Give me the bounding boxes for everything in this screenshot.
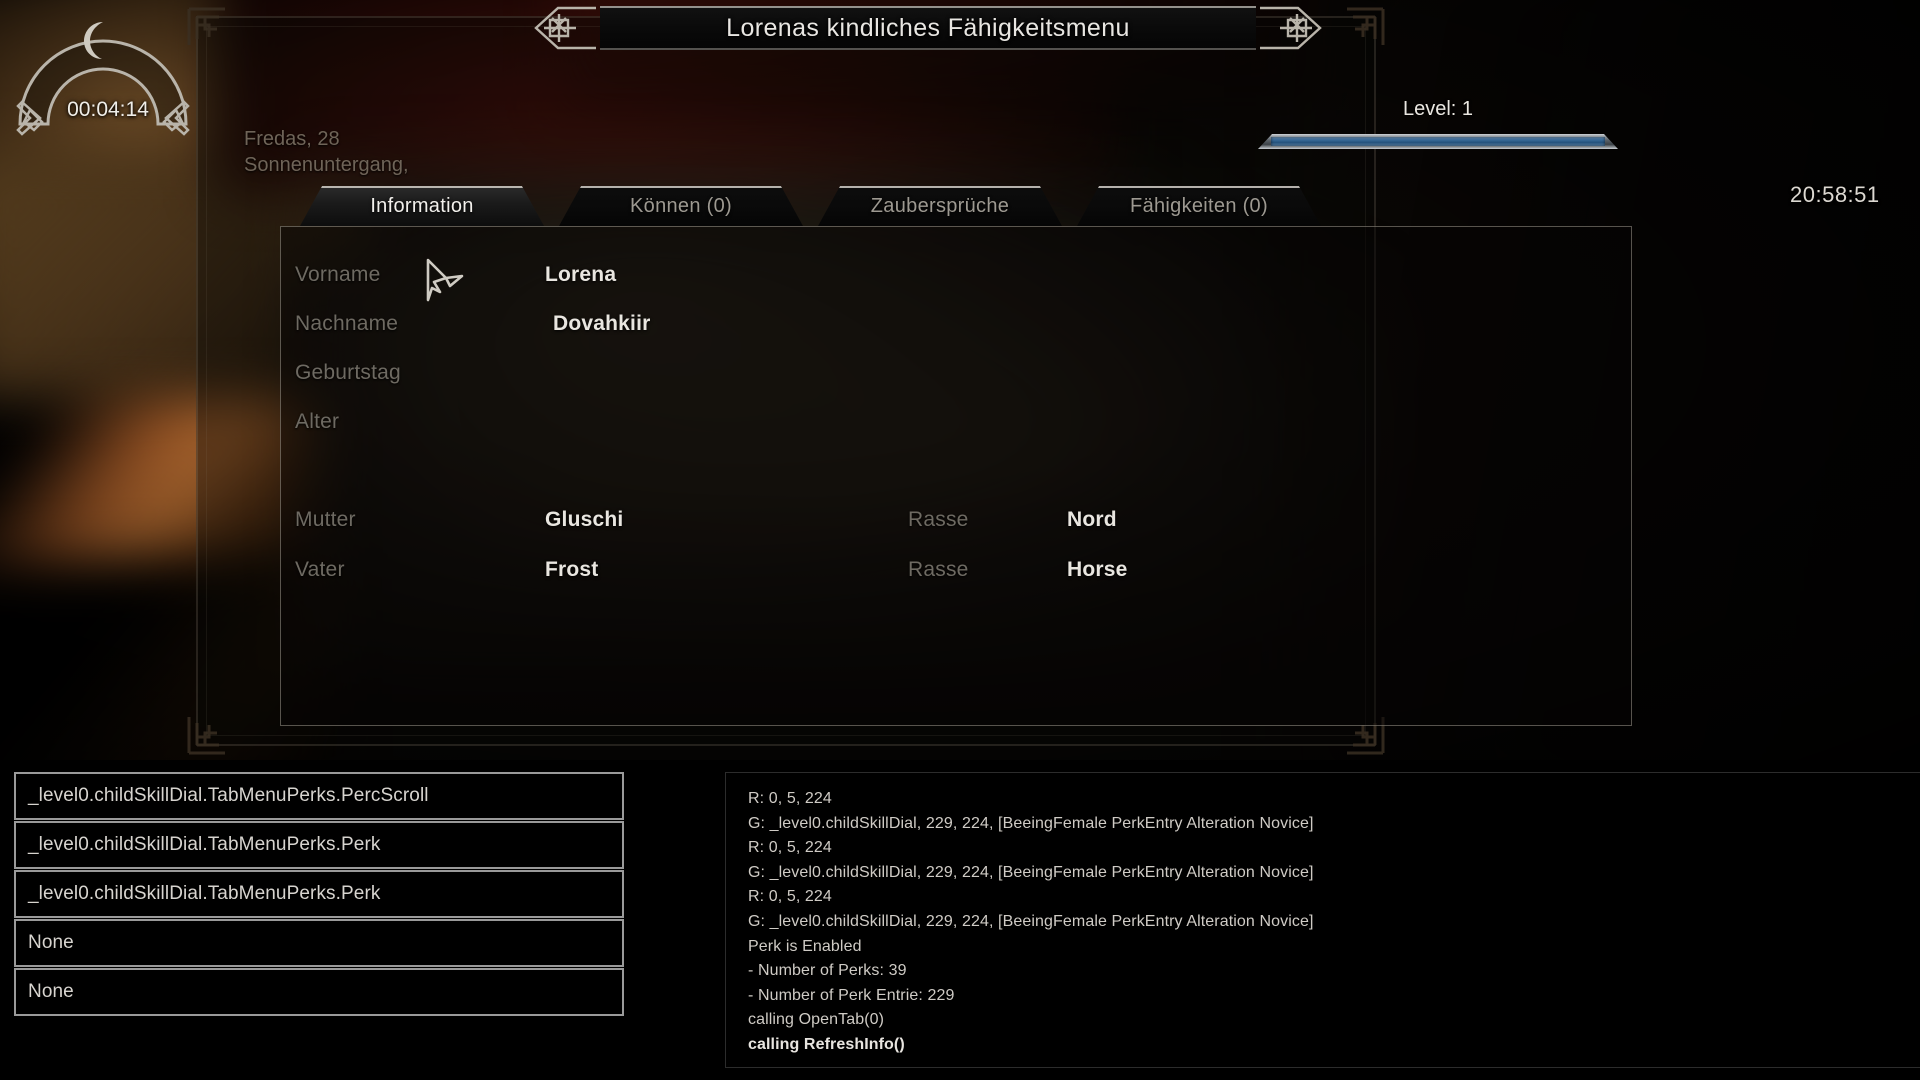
xp-bar bbox=[1258, 134, 1618, 149]
field-label-geburtstag: Geburtstag bbox=[295, 361, 401, 384]
page-title: Lorenas kindliches Fähigkeitsmenu bbox=[726, 13, 1130, 42]
xp-bar-fill bbox=[1271, 137, 1605, 146]
tab-bar: Information Können (0) Zaubersprüche Fäh… bbox=[300, 186, 1330, 226]
field-label-vorname: Vorname bbox=[295, 263, 381, 286]
log-line: R: 0, 5, 224 bbox=[748, 790, 832, 807]
tab-zaubersprueche[interactable]: Zaubersprüche bbox=[818, 186, 1062, 226]
tab-koennen[interactable]: Können (0) bbox=[559, 186, 803, 226]
field-label-nachname: Nachname bbox=[295, 312, 399, 335]
corner-knot-icon-top-right bbox=[1343, 5, 1387, 49]
path-field-list: _level0.childSkillDial.TabMenuPerks.Perc… bbox=[14, 772, 624, 1017]
tab-label: Information bbox=[370, 194, 474, 217]
path-field[interactable]: None bbox=[14, 919, 624, 967]
field-row-geburtstag: Geburtstag bbox=[295, 361, 995, 395]
debug-log-panel[interactable]: R: 0, 5, 224 G: _level0.childSkillDial, … bbox=[725, 772, 1920, 1068]
path-field-value: _level0.childSkillDial.TabMenuPerks.Perk bbox=[28, 834, 381, 855]
tab-faehigkeiten[interactable]: Fähigkeiten (0) bbox=[1077, 186, 1321, 226]
corner-knot-icon-bottom-left bbox=[185, 713, 229, 757]
field-label-vater: Vater bbox=[295, 558, 345, 581]
level-block: Level: 1 bbox=[1258, 98, 1618, 149]
hud-timer: 00:04:14 bbox=[67, 98, 149, 121]
field-value-mutter: Gluschi bbox=[545, 508, 624, 531]
log-line: calling RefreshInfo() bbox=[748, 1035, 905, 1053]
log-line: G: _level0.childSkillDial, 229, 224, [Be… bbox=[748, 814, 1314, 832]
log-line: G: _level0.childSkillDial, 229, 224, [Be… bbox=[748, 912, 1314, 930]
log-line: Perk is Enabled bbox=[748, 937, 862, 955]
game-date-text: Fredas, 28 Sonnenuntergang, bbox=[244, 128, 409, 176]
field-value-nachname: Dovahkiir bbox=[553, 312, 651, 335]
information-grid: Vorname Lorena Nachname Dovahkiir Geburt… bbox=[281, 227, 1631, 725]
log-line: G: _level0.childSkillDial, 229, 224, [Be… bbox=[748, 863, 1314, 881]
field-value-vater-rasse: Horse bbox=[1067, 558, 1128, 581]
path-field[interactable]: None bbox=[14, 968, 624, 1016]
tab-information[interactable]: Information bbox=[300, 186, 544, 226]
tab-label: Zaubersprüche bbox=[870, 194, 1010, 217]
log-line: R: 0, 5, 224 bbox=[748, 839, 832, 857]
level-label: Level: 1 bbox=[1402, 98, 1474, 120]
field-row-mutter: Mutter Gluschi Rasse Nord bbox=[295, 508, 1395, 542]
path-field[interactable]: _level0.childSkillDial.TabMenuPerks.Perk bbox=[14, 870, 624, 918]
field-row-vater: Vater Frost Rasse Horse bbox=[295, 558, 1395, 592]
field-value-mutter-rasse: Nord bbox=[1067, 508, 1117, 531]
field-label-mutter-rasse: Rasse bbox=[908, 508, 969, 531]
path-field-value: _level0.childSkillDial.TabMenuPerks.Perk bbox=[28, 883, 381, 904]
log-line: - Number of Perks: 39 bbox=[748, 962, 907, 980]
field-label-mutter: Mutter bbox=[295, 508, 356, 531]
field-row-vorname: Vorname Lorena bbox=[295, 263, 995, 297]
information-panel: Vorname Lorena Nachname Dovahkiir Geburt… bbox=[280, 226, 1632, 726]
tab-label: Können (0) bbox=[630, 194, 732, 217]
corner-knot-icon-top-left bbox=[185, 5, 229, 49]
field-value-vater: Frost bbox=[545, 558, 599, 581]
field-row-alter: Alter bbox=[295, 410, 995, 444]
path-field[interactable]: _level0.childSkillDial.TabMenuPerks.Perc… bbox=[14, 772, 624, 820]
title-endcap-knot-icon-left bbox=[534, 6, 598, 50]
path-field[interactable]: _level0.childSkillDial.TabMenuPerks.Perk bbox=[14, 821, 624, 869]
field-label-vater-rasse: Rasse bbox=[908, 558, 969, 581]
path-field-value: _level0.childSkillDial.TabMenuPerks.Perc… bbox=[28, 785, 429, 806]
log-line: R: 0, 5, 224 bbox=[748, 888, 832, 906]
field-value-vorname: Lorena bbox=[545, 263, 617, 286]
field-row-nachname: Nachname Dovahkiir bbox=[295, 312, 995, 346]
tab-label: Fähigkeiten (0) bbox=[1130, 194, 1268, 217]
title-endcap-knot-icon-right bbox=[1258, 6, 1322, 50]
log-line: calling OpenTab(0) bbox=[748, 1011, 885, 1029]
path-field-value: None bbox=[28, 981, 74, 1002]
log-line: - Number of Perk Entrie: 229 bbox=[748, 986, 955, 1004]
debug-area: _level0.childSkillDial.TabMenuPerks.Perc… bbox=[0, 760, 1920, 1080]
field-label-alter: Alter bbox=[295, 410, 340, 433]
path-field-value: None bbox=[28, 932, 74, 953]
wall-clock-text: 20:58:51 bbox=[1790, 182, 1880, 207]
menu-title-bar: Lorenas kindliches Fähigkeitsmenu bbox=[534, 6, 1322, 50]
